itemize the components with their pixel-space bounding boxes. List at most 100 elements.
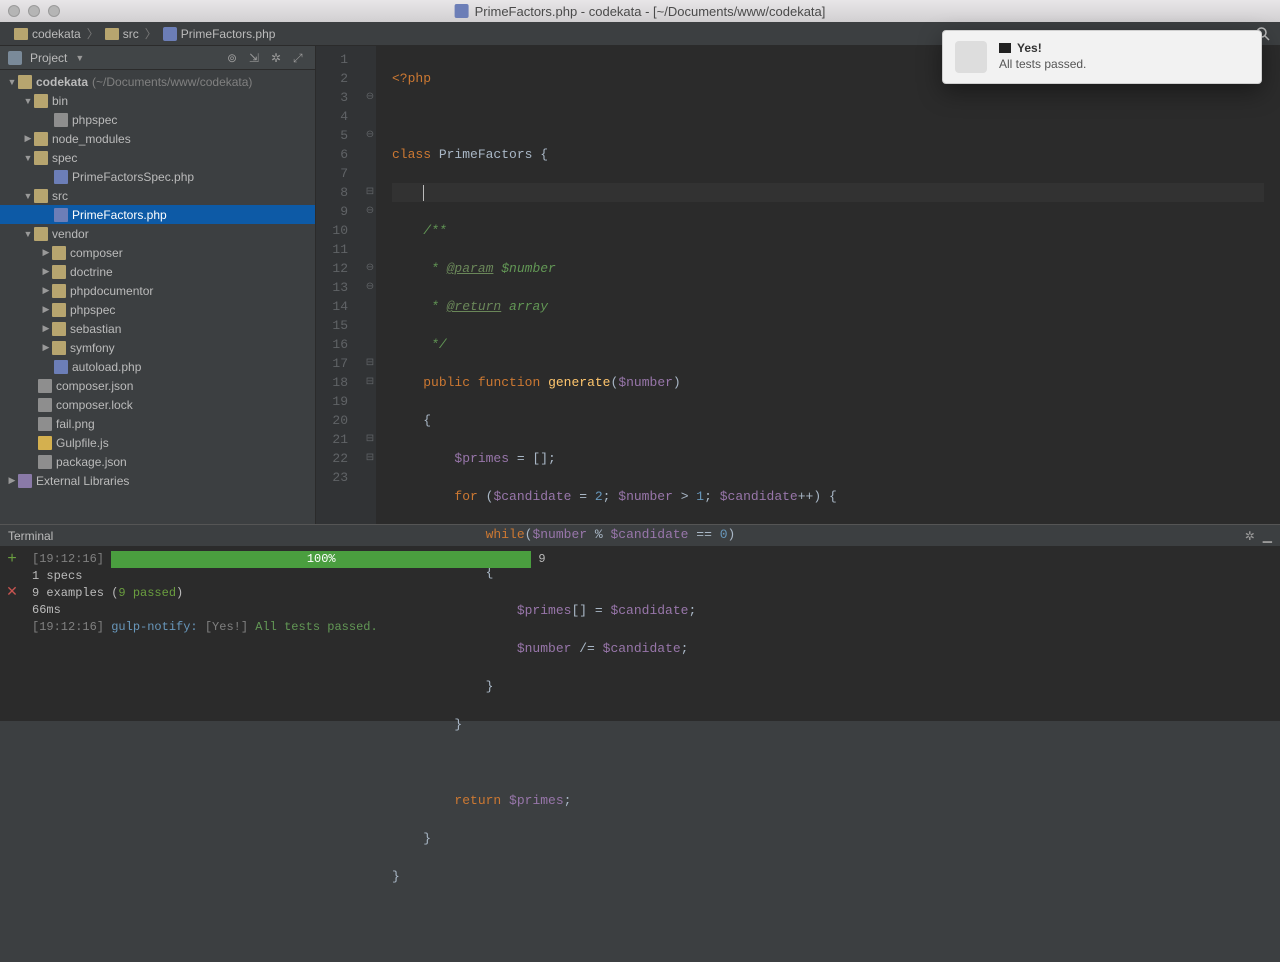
code-token: == [688,527,719,542]
tree-folder-bin[interactable]: ▼bin [0,91,315,110]
tree-folder-symfony[interactable]: ▶symfony [0,338,315,357]
code-token: $candidate [493,489,571,504]
line-number: 22 [316,449,348,468]
code-token: } [423,831,431,846]
code-token: */ [423,337,446,352]
tree-file-package-json[interactable]: package.json [0,452,315,471]
notification-popup[interactable]: Yes! All tests passed. [942,30,1262,84]
folder-icon [52,322,66,336]
line-number: 11 [316,240,348,259]
code-token: % [587,527,610,542]
tree-label: package.json [56,455,127,469]
gear-icon[interactable]: ✲ [271,51,285,65]
timestamp: [19:12:16] [32,620,104,634]
code-token: $candidate [720,489,798,504]
tree-file-gulpfile[interactable]: Gulpfile.js [0,433,315,452]
tree-folder-node-modules[interactable]: ▶node_modules [0,129,315,148]
target-icon[interactable]: ⊚ [227,51,241,65]
crumb-project[interactable]: codekata [8,27,87,41]
tree-folder-doctrine[interactable]: ▶doctrine [0,262,315,281]
tree-file-autoload[interactable]: autoload.php [0,357,315,376]
tree-folder-vendor[interactable]: ▼vendor [0,224,315,243]
terminal-icon [999,43,1011,53]
terminal-output: [19:12:16] 100% 9 1 specs 9 examples (9 … [32,551,1272,636]
tree-label: phpdocumentor [70,284,153,298]
crumb-folder[interactable]: src [99,27,145,41]
tree-label: PrimeFactors.php [72,208,167,222]
code-content[interactable]: <?php class PrimeFactors { /** * @param … [376,46,1280,524]
tree-label: node_modules [52,132,131,146]
notification-title: Yes! [999,41,1086,55]
tree-file-fail-png[interactable]: fail.png [0,414,315,433]
fold-column: ⊖⊖⊟⊖⊖⊖⊟⊟⊟⊟ [364,46,376,524]
code-token: { [423,413,431,428]
tree-label: autoload.php [72,360,141,374]
js-file-icon [38,436,52,450]
code-editor[interactable]: 1 2 3 4 5 6 7 8 9 10 11 12 13 14 15 16 1… [316,46,1280,524]
maximize-window[interactable] [48,5,60,17]
test-count: 9 [538,552,545,566]
tree-label: PrimeFactorsSpec.php [72,170,194,184]
terminal-text: ) [176,586,183,600]
project-tree[interactable]: ▼codekata(~/Documents/www/codekata) ▼bin… [0,70,315,524]
terminal-line: 1 specs [32,568,1272,585]
line-number: 18 [316,373,348,392]
tree-folder-phpspec[interactable]: ▶phpspec [0,300,315,319]
code-token: = [571,489,594,504]
close-icon[interactable]: ✕ [0,585,24,602]
tree-label: composer [70,246,123,260]
tree-file-composer-json[interactable]: composer.json [0,376,315,395]
tree-label: fail.png [56,417,95,431]
notification-message: All tests passed. [999,57,1086,71]
tree-external-libraries[interactable]: ▶External Libraries [0,471,315,490]
php-file-icon [54,208,68,222]
image-file-icon [38,417,52,431]
code-token: = []; [509,451,556,466]
tree-file-primefactorsspec[interactable]: PrimeFactorsSpec.php [0,167,315,186]
terminal-body[interactable]: + ✕ [19:12:16] 100% 9 1 specs 9 examples… [0,547,1280,721]
folder-icon [34,227,48,241]
terminal-text: [Yes!] [205,620,248,634]
folder-icon [52,246,66,260]
json-file-icon [38,379,52,393]
collapse-icon[interactable]: ⇲ [249,51,263,65]
tree-label: src [52,189,68,203]
plus-icon[interactable]: + [0,551,24,568]
code-token: generate [548,375,610,390]
tree-label: symfony [70,341,115,355]
minimize-window[interactable] [28,5,40,17]
code-token: for [454,489,477,504]
tree-folder-spec[interactable]: ▼spec [0,148,315,167]
tree-project-root[interactable]: ▼codekata(~/Documents/www/codekata) [0,72,315,91]
crumb-folder-label: src [123,27,139,41]
tree-label: composer.lock [56,398,133,412]
tree-label: vendor [52,227,89,241]
tree-file-primefactors[interactable]: PrimeFactors.php [0,205,315,224]
close-window[interactable] [8,5,20,17]
window-title-text: PrimeFactors.php - codekata - [~/Documen… [475,4,826,19]
line-number: 16 [316,335,348,354]
window-title: PrimeFactors.php - codekata - [~/Documen… [455,4,826,19]
line-number: 9 [316,202,348,221]
chevron-down-icon[interactable]: ▼ [75,53,84,63]
folder-icon [52,303,66,317]
main-split: Project ▼ ⊚ ⇲ ✲ ⤢ ▼codekata(~/Documents/… [0,46,1280,524]
tree-folder-phpdocumentor[interactable]: ▶phpdocumentor [0,281,315,300]
code-token: $candidate [610,527,688,542]
crumb-file[interactable]: PrimeFactors.php [157,27,282,41]
file-icon [54,113,68,127]
folder-icon [105,28,119,40]
terminal-text: All tests passed. [255,620,377,634]
tree-folder-composer[interactable]: ▶composer [0,243,315,262]
terminal-tab-label[interactable]: Terminal [8,529,53,543]
php-icon [163,27,177,41]
hide-icon[interactable]: ⤢ [293,51,307,65]
code-token: 2 [595,489,603,504]
minimize-icon[interactable]: ▁ [1263,529,1272,543]
tree-file-phpspec[interactable]: phpspec [0,110,315,129]
line-gutter: 1 2 3 4 5 6 7 8 9 10 11 12 13 14 15 16 1… [316,46,364,524]
tree-file-composer-lock[interactable]: composer.lock [0,395,315,414]
tree-folder-sebastian[interactable]: ▶sebastian [0,319,315,338]
tree-folder-src[interactable]: ▼src [0,186,315,205]
line-number: 23 [316,468,348,487]
